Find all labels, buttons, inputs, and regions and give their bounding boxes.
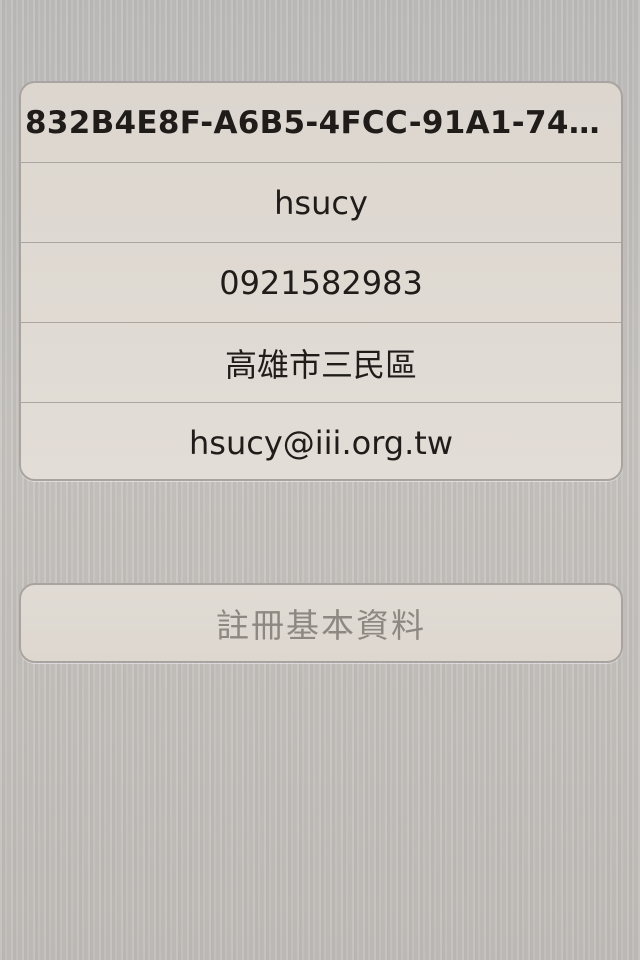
device-id-value: 832B4E8F-A6B5-4FCC-91A1-74E… [25, 104, 617, 141]
profile-info-table: 832B4E8F-A6B5-4FCC-91A1-74E… hsucy 09215… [19, 81, 623, 481]
register-profile-label: 註冊基本資料 [216, 606, 426, 645]
username-value: hsucy [274, 183, 368, 222]
address-cell[interactable]: 高雄市三民區 [21, 323, 621, 403]
address-value: 高雄市三民區 [224, 345, 417, 384]
register-profile-button[interactable]: 註冊基本資料 [19, 583, 623, 663]
phone-cell[interactable]: 0921582983 [21, 243, 621, 323]
email-value: hsucy@iii.org.tw [189, 423, 453, 462]
email-cell[interactable]: hsucy@iii.org.tw [21, 403, 621, 479]
username-cell[interactable]: hsucy [21, 163, 621, 243]
device-id-cell[interactable]: 832B4E8F-A6B5-4FCC-91A1-74E… [21, 83, 621, 163]
phone-value: 0921582983 [219, 263, 423, 302]
